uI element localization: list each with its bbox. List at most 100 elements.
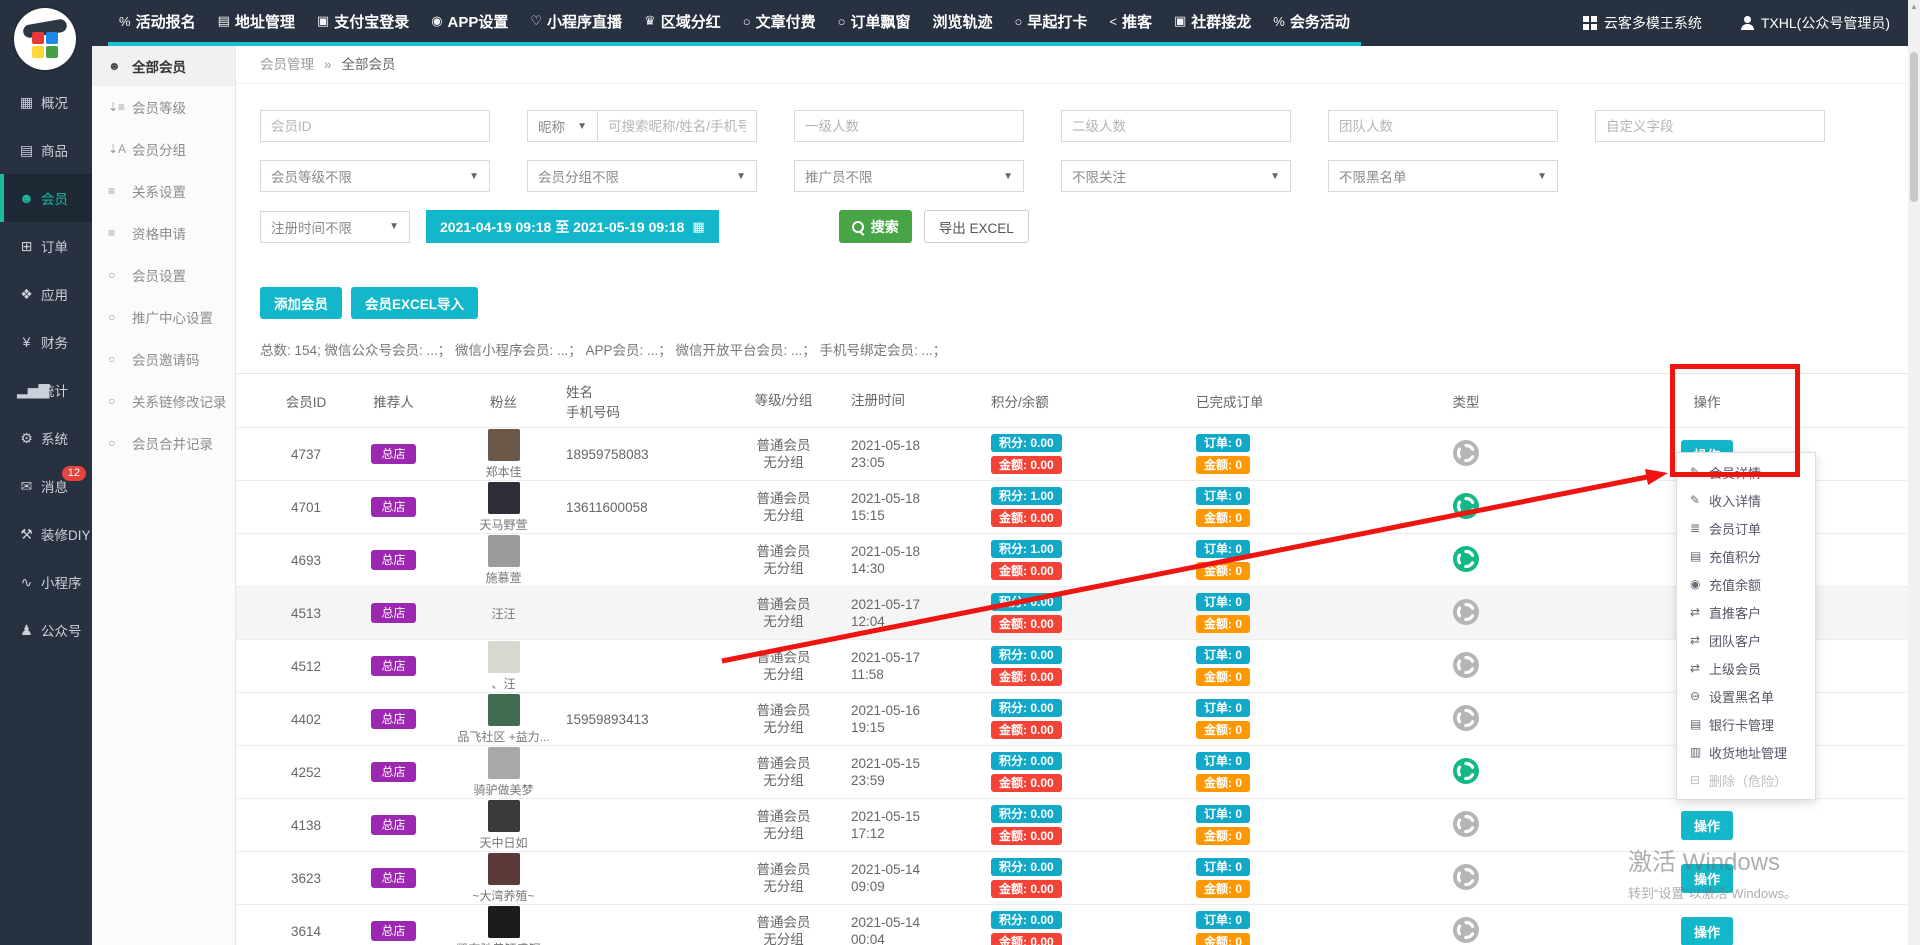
referrer-badge: 总店 — [371, 497, 415, 517]
breadcrumb-section[interactable]: 会员管理 — [260, 57, 314, 72]
action-menu-item-1[interactable]: ✎收入详情 — [1677, 486, 1815, 514]
action-menu-item-4[interactable]: ◉充值余额 — [1677, 570, 1815, 598]
member-id: 4513 — [266, 606, 346, 621]
action-menu-item-10[interactable]: ▥收货地址管理 — [1677, 738, 1815, 766]
register-time-select[interactable]: 注册时间不限▼ — [260, 211, 410, 243]
follow-select[interactable]: 不限关注▼ — [1061, 160, 1291, 192]
action-dropdown: ✎会员详情✎收入详情≣会员订单▤充值积分◉充值余额⇄直推客户⇄团队客户⇄上级会员… — [1676, 452, 1816, 800]
table-row-4252[interactable]: 4252总店骑驴做美梦普通会员无分组2021-05-1523:59积分: 0.0… — [236, 746, 1908, 799]
action-menu-item-6[interactable]: ⇄团队客户 — [1677, 626, 1815, 654]
rail-item-4[interactable]: ❖应用 — [0, 270, 92, 318]
nav-item-10[interactable]: <推客 — [1098, 0, 1163, 46]
nickname-type-select[interactable]: 昵称▼ — [527, 110, 597, 142]
submenu-item-7[interactable]: ○会员邀请码 — [92, 338, 235, 380]
rail-item-10[interactable]: ∿小程序 — [0, 558, 92, 606]
action-menu-item-7[interactable]: ⇄上级会员 — [1677, 654, 1815, 682]
nav-item-4[interactable]: ♡小程序直播 — [519, 0, 633, 46]
add-member-button[interactable]: 添加会员 — [260, 287, 342, 319]
date-range-button[interactable]: 2021-04-19 09:18 至 2021-05-19 09:18▦ — [426, 210, 719, 243]
action-menu-item-2[interactable]: ≣会员订单 — [1677, 514, 1815, 542]
level1-count-input[interactable] — [794, 110, 1024, 142]
action-menu-item-11[interactable]: ⊟删除（危险） — [1677, 766, 1815, 794]
action-menu-item-9[interactable]: ▤银行卡管理 — [1677, 710, 1815, 738]
rail-item-11[interactable]: ♟公众号 — [0, 606, 92, 654]
team-count-input[interactable] — [1328, 110, 1558, 142]
submenu-item-4[interactable]: ≡资格申请 — [92, 212, 235, 254]
search-icon — [852, 221, 864, 233]
table-row-4701[interactable]: 4701总店天马野萱13611600058普通会员无分组2021-05-1815… — [236, 481, 1908, 534]
action-menu-label: 充值余额 — [1709, 575, 1761, 594]
rail-item-0[interactable]: ▦概况 — [0, 78, 92, 126]
submenu-item-label: 关系设置 — [132, 181, 186, 201]
circle-icon: ○ — [108, 268, 128, 282]
nav-item-5[interactable]: ♛区域分红 — [633, 0, 732, 46]
promoter-select[interactable]: 推广员不限▼ — [794, 160, 1024, 192]
nav-item-8[interactable]: 浏览轨迹 — [921, 0, 1003, 46]
table-row-4138[interactable]: 4138总店天中日如普通会员无分组2021-05-1517:12积分: 0.00… — [236, 799, 1908, 852]
nav-item-2[interactable]: ▣支付宝登录 — [306, 0, 420, 46]
table-row-3614[interactable]: 3614总店凯奔驰黄钰盛钢...普通会员无分组2021-05-1400:04积分… — [236, 905, 1908, 945]
table-row-4402[interactable]: 4402总店品飞社区 +益力...15959893413普通会员无分组2021-… — [236, 693, 1908, 746]
fan-cell: 品飞社区 +益力... — [441, 694, 566, 745]
member-id-input[interactable] — [260, 110, 490, 142]
submenu-item-2[interactable]: ⇣A会员分组 — [92, 128, 235, 170]
user-menu[interactable]: TXHL(公众号管理员) — [1740, 13, 1890, 33]
excel-import-button[interactable]: 会员EXCEL导入 — [351, 287, 478, 319]
app-logo[interactable] — [14, 8, 76, 70]
nav-item-11[interactable]: ▣社群接龙 — [1163, 0, 1262, 46]
nav-item-1[interactable]: ▤地址管理 — [207, 0, 306, 46]
member-level-select[interactable]: 会员等级不限▼ — [260, 160, 490, 192]
table-row-4512[interactable]: 4512总店、汪普通会员无分组2021-05-1711:58积分: 0.00金额… — [236, 640, 1908, 693]
scrollbar[interactable]: ▲ — [1908, 0, 1920, 945]
system-switcher[interactable]: 云客多模王系统 — [1583, 13, 1702, 33]
nav-item-9[interactable]: ○早起打卡 — [1004, 0, 1099, 46]
blacklist-select[interactable]: 不限黑名单▼ — [1328, 160, 1558, 192]
rail-item-1[interactable]: ▤商品 — [0, 126, 92, 174]
rail-item-6[interactable]: ▂▅▇统计 — [0, 366, 92, 414]
alipay-icon: ▣ — [317, 13, 329, 29]
search-button[interactable]: 搜索 — [839, 210, 912, 243]
referrer-cell: 总店 — [346, 709, 441, 729]
table-row-4513[interactable]: 4513总店汪汪普通会员无分组2021-05-1712:04积分: 0.00金额… — [236, 587, 1908, 640]
row-action-button[interactable]: 操作 — [1681, 917, 1733, 945]
points-balance-cell: 积分: 1.00金额: 0.00 — [991, 539, 1196, 581]
submenu-item-0[interactable]: ☻全部会员 — [92, 46, 235, 86]
rail-item-7[interactable]: ⚙系统 — [0, 414, 92, 462]
nav-item-3[interactable]: ◉APP设置 — [420, 0, 519, 46]
rail-item-5[interactable]: ¥财务 — [0, 318, 92, 366]
table-row-4737[interactable]: 4737总店郑本佳18959758083普通会员无分组2021-05-1823:… — [236, 428, 1908, 481]
nav-item-0[interactable]: %活动报名 — [108, 0, 207, 46]
edit-icon: ✎ — [1690, 493, 1709, 507]
row-action-button[interactable]: 操作 — [1681, 811, 1733, 840]
submenu-item-5[interactable]: ○会员设置 — [92, 254, 235, 296]
submenu-item-8[interactable]: ○关系链修改记录 — [92, 380, 235, 422]
rail-item-8[interactable]: ✉消息12 — [0, 462, 92, 510]
submenu-item-6[interactable]: ○推广中心设置 — [92, 296, 235, 338]
nav-item-12[interactable]: %会务活动 — [1262, 0, 1361, 46]
member-group-select[interactable]: 会员分组不限▼ — [527, 160, 757, 192]
action-menu-item-5[interactable]: ⇄直推客户 — [1677, 598, 1815, 626]
custom-field-input[interactable] — [1595, 110, 1825, 142]
submenu-item-1[interactable]: ⇣≡会员等级 — [92, 86, 235, 128]
fan-cell: ~大湾养殖~ — [441, 853, 566, 904]
submenu-item-3[interactable]: ≡关系设置 — [92, 170, 235, 212]
nav-item-6[interactable]: ○文章付费 — [732, 0, 827, 46]
table-row-4693[interactable]: 4693总店施慕萱普通会员无分组2021-05-1814:30积分: 1.00金… — [236, 534, 1908, 587]
table-row-3623[interactable]: 3623总店~大湾养殖~普通会员无分组2021-05-1409:09积分: 0.… — [236, 852, 1908, 905]
scrollbar-up-icon[interactable]: ▲ — [1908, 2, 1920, 11]
action-menu-item-3[interactable]: ▤充值积分 — [1677, 542, 1815, 570]
row-action-button[interactable]: 操作 — [1681, 864, 1733, 893]
rail-item-3[interactable]: ⊞订单 — [0, 222, 92, 270]
money-icon: ◉ — [1690, 577, 1709, 591]
nickname-search-input[interactable] — [597, 110, 757, 142]
nav-item-7[interactable]: ○订单飘窗 — [827, 0, 922, 46]
submenu-item-9[interactable]: ○会员合并记录 — [92, 422, 235, 464]
orders-badge: 订单: 0 — [1196, 752, 1250, 770]
rail-item-9[interactable]: ⚒装修DIY — [0, 510, 92, 558]
level2-count-input[interactable] — [1061, 110, 1291, 142]
action-menu-item-8[interactable]: ⊖设置黑名单 — [1677, 682, 1815, 710]
scrollbar-thumb[interactable] — [1910, 52, 1918, 202]
points-balance-cell: 积分: 0.00金额: 0.00 — [991, 698, 1196, 740]
rail-item-2[interactable]: ☻会员 — [0, 174, 92, 222]
export-excel-button[interactable]: 导出 EXCEL — [924, 210, 1029, 243]
